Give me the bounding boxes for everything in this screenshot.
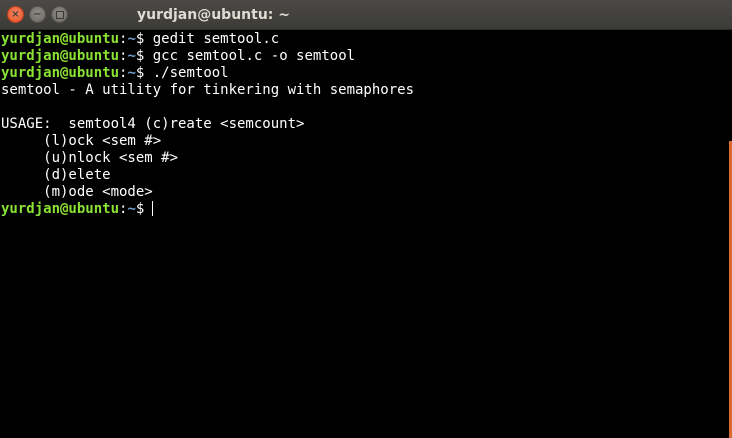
- output-line: USAGE: semtool4 (c)reate <semcount>: [1, 116, 305, 132]
- output-line: (m)ode <mode>: [1, 184, 153, 200]
- prompt-user: yurdjan@ubuntu: [1, 31, 120, 47]
- prompt-line: yurdjan@ubuntu:~$ ./semtool: [1, 65, 732, 82]
- prompt-user: yurdjan@ubuntu: [1, 48, 120, 64]
- output-line: (u)nlock <sem #>: [1, 150, 179, 166]
- prompt-line: yurdjan@ubuntu:~$ gedit semtool.c: [1, 31, 732, 48]
- prompt-user: yurdjan@ubuntu: [1, 65, 120, 81]
- command-text: ./semtool: [144, 65, 229, 81]
- command-text: gcc semtool.c -o semtool: [144, 48, 356, 64]
- prompt-path: ~: [127, 65, 136, 81]
- prompt-path: ~: [127, 201, 136, 217]
- output-line: semtool - A utility for tinkering with s…: [1, 82, 415, 98]
- prompt-path: ~: [127, 31, 136, 47]
- terminal-window: × − yurdjan@ubuntu: ~ yurdjan@ubuntu:~$ …: [0, 0, 732, 438]
- output-line: (d)elete: [1, 167, 111, 183]
- output-line: (l)ock <sem #>: [1, 133, 162, 149]
- text-cursor: [152, 201, 154, 216]
- prompt-path: ~: [127, 48, 136, 64]
- prompt-symbol: $: [135, 201, 145, 217]
- prompt-user: yurdjan@ubuntu: [1, 201, 120, 217]
- terminal-output[interactable]: yurdjan@ubuntu:~$ gedit semtool.c yurdjan…: [0, 30, 732, 438]
- title-bar[interactable]: × − yurdjan@ubuntu: ~: [0, 0, 732, 30]
- window-title: yurdjan@ubuntu: ~: [136, 7, 290, 23]
- prompt-line: yurdjan@ubuntu:~$ gcc semtool.c -o semto…: [1, 48, 732, 65]
- command-text: gedit semtool.c: [144, 31, 280, 47]
- prompt-line: yurdjan@ubuntu:~$: [1, 201, 732, 218]
